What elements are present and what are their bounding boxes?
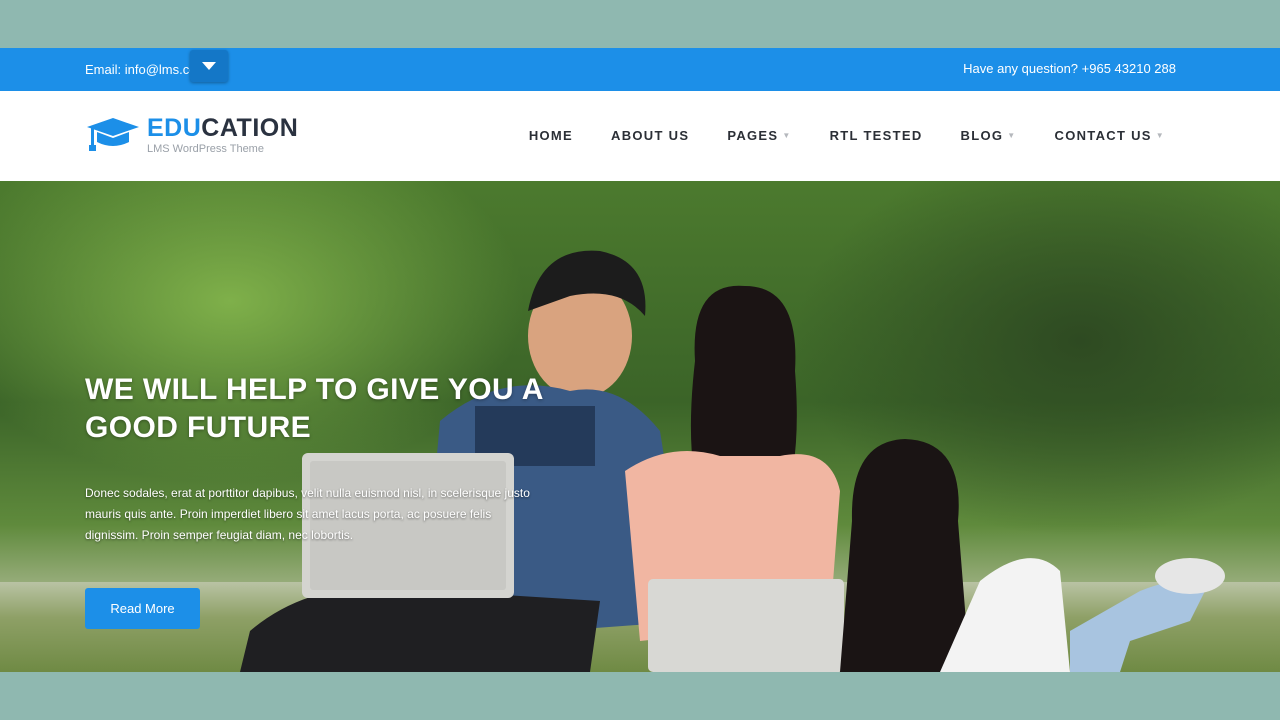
logo-name-part1: EDU bbox=[147, 114, 202, 142]
topbar-email[interactable]: Email: info@lms.com bbox=[85, 62, 195, 77]
hero-paragraph: Donec sodales, erat at porttitor dapibus… bbox=[85, 486, 530, 542]
topbar-question: Have any question? +965 43210 288 bbox=[963, 61, 1176, 76]
top-info-bar: Email: info@lms.com Have any question? +… bbox=[0, 48, 1280, 91]
read-more-button[interactable]: Read More bbox=[85, 588, 200, 629]
chevron-down-icon bbox=[202, 62, 216, 70]
logo-name: EDUCATION bbox=[147, 115, 298, 141]
nav-item-rtl-tested[interactable]: RTL TESTED bbox=[811, 128, 942, 143]
hero-title: WE WILL HELP TO GIVE YOU A GOOD FUTURE bbox=[85, 373, 543, 444]
site-header: EDUCATION LMS WordPress Theme HOME ABOUT… bbox=[0, 91, 1280, 182]
main-nav: HOME ABOUT US PAGES ▼ RTL TESTED BLOG ▼ CO… bbox=[510, 128, 1184, 143]
logo-text: EDUCATION LMS WordPress Theme bbox=[147, 115, 298, 155]
chevron-down-icon: ▼ bbox=[782, 131, 792, 140]
chevron-down-icon: ▼ bbox=[1155, 131, 1165, 140]
nav-item-blog[interactable]: BLOG ▼ bbox=[942, 128, 1036, 143]
hero-students-photo bbox=[240, 250, 1225, 672]
logo-name-part2: CATION bbox=[201, 114, 299, 142]
nav-item-label: HOME bbox=[528, 128, 574, 143]
nav-item-label: RTL TESTED bbox=[829, 128, 923, 143]
nav-item-label: BLOG bbox=[960, 128, 1004, 143]
nav-item-label: ABOUT US bbox=[611, 128, 690, 143]
nav-item-label: PAGES bbox=[727, 128, 779, 143]
site-logo[interactable]: EDUCATION LMS WordPress Theme bbox=[85, 115, 298, 155]
nav-item-pages[interactable]: PAGES ▼ bbox=[708, 128, 810, 143]
logo-tagline: LMS WordPress Theme bbox=[147, 143, 264, 155]
chevron-down-icon: ▼ bbox=[1007, 131, 1017, 140]
topbar-toggle-button[interactable] bbox=[190, 50, 228, 82]
graduation-cap-icon bbox=[87, 118, 139, 151]
website-frame: Email: info@lms.com Have any question? +… bbox=[0, 48, 1280, 672]
nav-item-label: CONTACT US bbox=[1054, 128, 1152, 143]
nav-item-home[interactable]: HOME bbox=[510, 128, 592, 143]
hero-banner: WE WILL HELP TO GIVE YOU A GOOD FUTURE D… bbox=[0, 181, 1280, 672]
nav-item-about-us[interactable]: ABOUT US bbox=[592, 128, 708, 143]
nav-item-contact-us[interactable]: CONTACT US ▼ bbox=[1036, 128, 1184, 143]
